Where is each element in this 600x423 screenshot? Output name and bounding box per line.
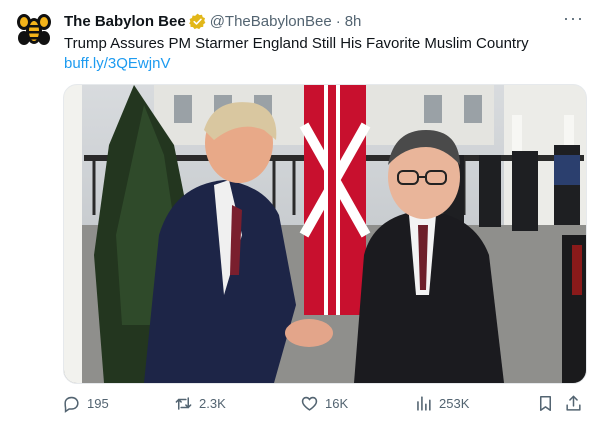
like-button[interactable]: 16K [300, 394, 348, 413]
verified-badge-icon [188, 13, 206, 29]
tweet-link[interactable]: buff.ly/3QEwjnV [64, 55, 170, 72]
views-count: 253K [439, 396, 470, 411]
views-bar-chart-icon [417, 396, 431, 411]
reply-count: 195 [87, 396, 109, 411]
like-count: 16K [325, 396, 349, 411]
repost-button[interactable]: 2.3K [174, 394, 226, 413]
separator-dot: · [335, 12, 341, 30]
author-name[interactable]: The Babylon Bee [64, 13, 186, 30]
tweet-text: Trump Assures PM Starmer England Still H… [64, 35, 529, 52]
tweet-header: The Babylon Bee @TheBabylonBee · 8h [64, 11, 586, 31]
heart-icon [301, 396, 318, 411]
views-button[interactable]: 253K [414, 394, 469, 413]
tweet-actions: 195 2.3K 16K 253K [60, 394, 586, 416]
author-handle[interactable]: @TheBabylonBee [210, 13, 332, 30]
more-options-icon[interactable]: ··· [563, 8, 584, 29]
reply-button[interactable]: 195 [62, 394, 109, 413]
tweet-timestamp[interactable]: 8h [345, 13, 362, 30]
share-button[interactable] [564, 394, 589, 413]
bookmark-button[interactable] [536, 394, 561, 413]
repost-count: 2.3K [199, 396, 226, 411]
bookmark-icon [539, 396, 552, 411]
tweet-photo[interactable] [63, 84, 587, 384]
babylon-bee-avatar-icon[interactable] [14, 10, 54, 50]
repost-icon [175, 397, 192, 410]
reply-icon [64, 396, 79, 413]
share-icon [566, 395, 581, 411]
